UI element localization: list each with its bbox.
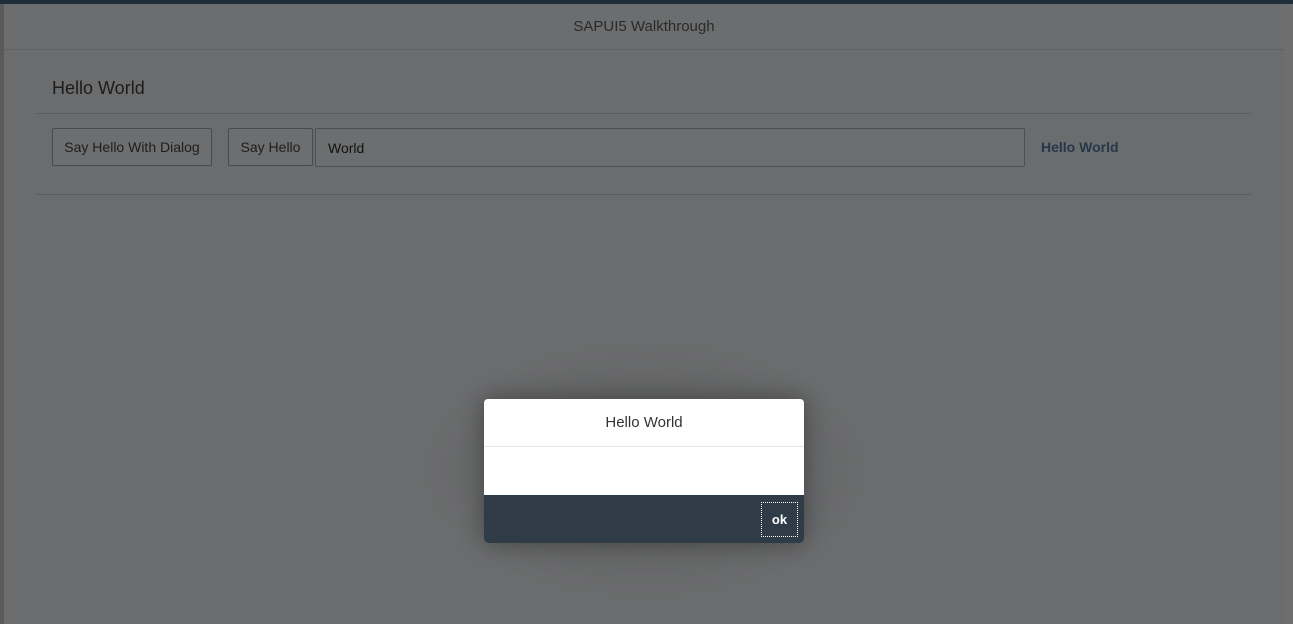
dialog-title: Hello World xyxy=(605,414,683,431)
greeting-text: Hello World xyxy=(1041,139,1119,155)
shell-right-edge xyxy=(1284,4,1293,624)
dialog-footer: ok xyxy=(484,495,804,543)
name-input-value: World xyxy=(328,139,365,156)
say-hello-with-dialog-button[interactable]: Say Hello With Dialog xyxy=(52,128,212,166)
dialog-content xyxy=(484,447,804,495)
panel-divider xyxy=(36,113,1251,114)
name-input[interactable]: World xyxy=(315,128,1025,167)
page-title: SAPUI5 Walkthrough xyxy=(573,18,715,35)
panel-title: Hello World xyxy=(52,78,145,98)
ok-button[interactable]: ok xyxy=(761,502,798,537)
page-header: SAPUI5 Walkthrough xyxy=(4,4,1284,50)
hello-dialog: Hello World ok xyxy=(484,399,804,543)
say-hello-button[interactable]: Say Hello xyxy=(228,128,313,166)
panel-bottom-divider xyxy=(36,194,1251,195)
dialog-header: Hello World xyxy=(484,399,804,447)
